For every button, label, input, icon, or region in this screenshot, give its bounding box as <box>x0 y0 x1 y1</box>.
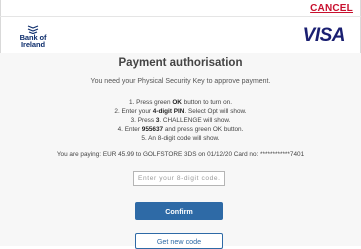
visa-logo: VISA <box>302 25 346 46</box>
step-3: 3. Press 3. CHALLENGE will show. <box>130 116 231 124</box>
page-title: Payment authorisation <box>118 57 243 69</box>
cancel-link[interactable]: CANCEL <box>310 3 353 14</box>
bank-name-line2: Ireland <box>21 40 45 49</box>
bank-of-ireland-logo: Bank of Ireland <box>13 25 53 48</box>
step-2: 2. Enter your 4-digit PIN. Select Opt wi… <box>114 107 247 115</box>
step-4: 4. Enter 955637 and press green OK butto… <box>117 125 244 133</box>
payment-details: You are paying: EUR 45.99 to GOLFSTORE 3… <box>56 151 305 158</box>
get-new-code-button[interactable]: Get new code <box>135 233 223 249</box>
top-divider <box>0 16 361 17</box>
step-1: 1. Press green OK button to turn on. <box>128 99 233 106</box>
confirm-button[interactable]: Confirm <box>135 202 223 220</box>
instruction-subtitle: You need your Physical Security Key to a… <box>90 78 271 85</box>
instruction-steps: 1. Press green OK button to turn on. 2. … <box>0 99 361 144</box>
code-input[interactable] <box>133 171 225 186</box>
step-5: 5. An 8-digit code will show. <box>141 134 220 142</box>
